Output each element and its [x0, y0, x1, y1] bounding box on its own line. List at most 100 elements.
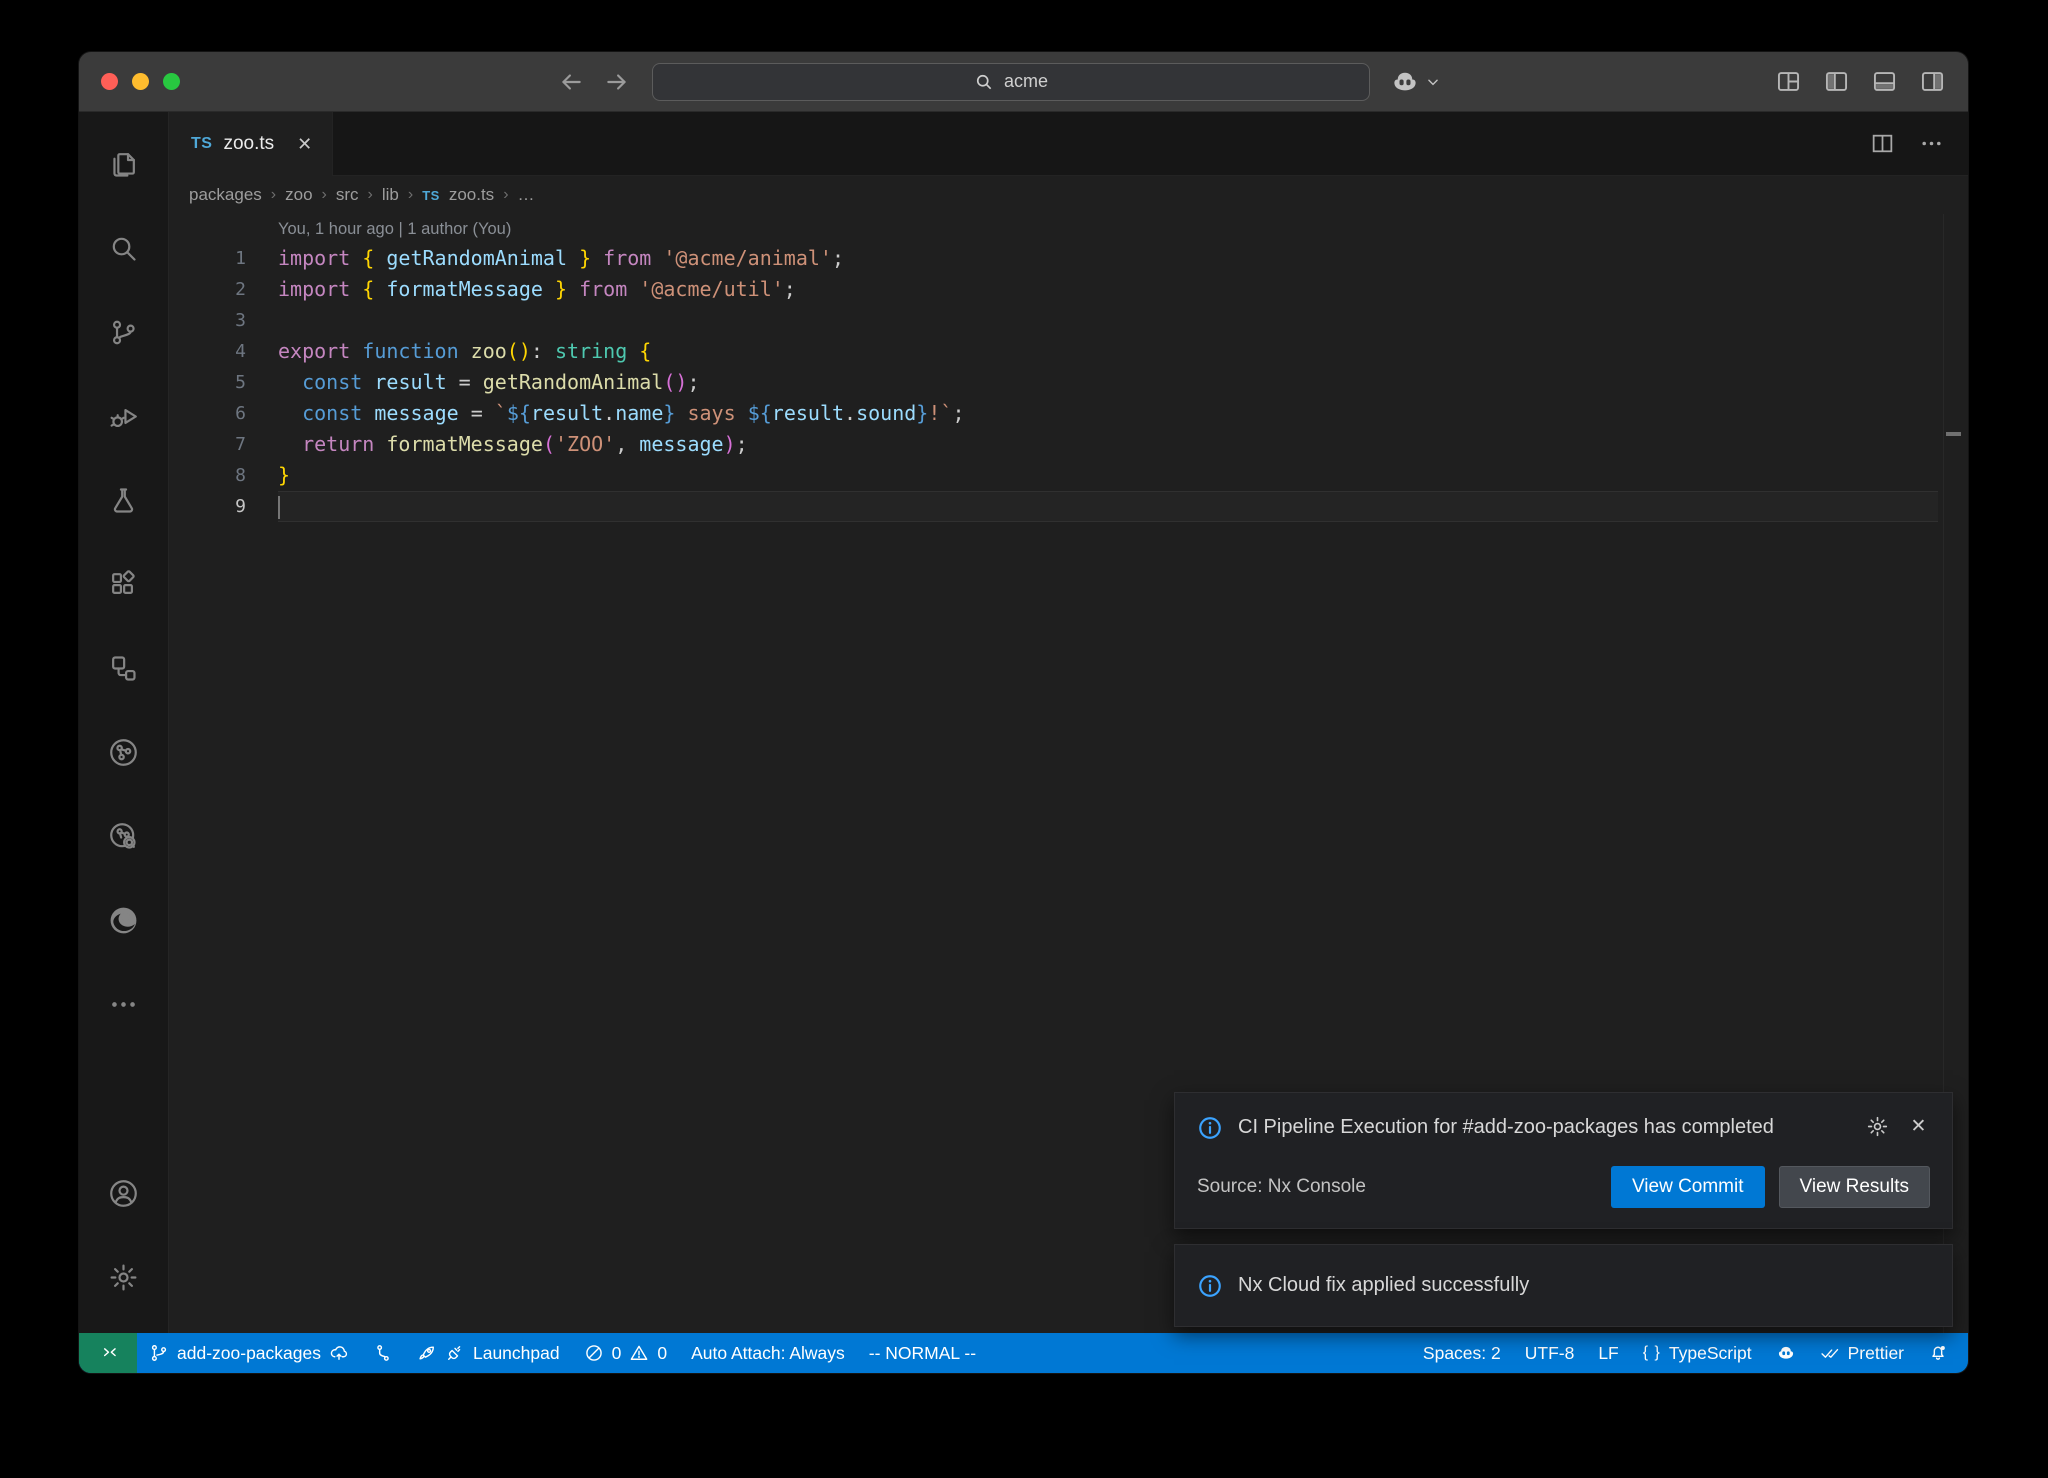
auto-attach-item[interactable]: Auto Attach: Always [679, 1333, 857, 1373]
overview-ruler-cursor-marker [1946, 432, 1961, 436]
vscode-window: acme [79, 52, 1968, 1373]
explorer-icon[interactable] [79, 122, 169, 206]
notification-close-icon[interactable]: ✕ [1907, 1115, 1930, 1138]
testing-icon[interactable] [79, 458, 169, 542]
breadcrumb-item[interactable]: lib [382, 185, 399, 205]
code-line[interactable]: 8} [169, 460, 1968, 491]
forward-icon[interactable] [602, 67, 632, 97]
run-debug-icon[interactable] [79, 374, 169, 458]
cloud-graph-icon[interactable] [79, 794, 169, 878]
indentation-item-label: Spaces: 2 [1423, 1343, 1501, 1364]
close-tab-icon[interactable]: ✕ [297, 134, 312, 155]
remote-indicator[interactable] [79, 1333, 137, 1373]
info-icon [1197, 1273, 1223, 1299]
edge-tools-icon[interactable] [79, 878, 169, 962]
settings-gear-icon[interactable] [79, 1235, 169, 1319]
minimize-window-button[interactable] [132, 73, 149, 90]
code-line[interactable]: 2import { formatMessage } from '@acme/ut… [169, 274, 1968, 305]
code-text: } [278, 460, 290, 491]
more-icon[interactable] [79, 962, 169, 1046]
code-line[interactable]: 7 return formatMessage('ZOO', message); [169, 429, 1968, 460]
code-line[interactable]: 9 [169, 491, 1968, 522]
text-cursor [278, 496, 280, 519]
launchpad-item[interactable]: Launchpad [405, 1333, 572, 1373]
encoding-item-label: UTF-8 [1525, 1343, 1575, 1364]
eol-item-label: LF [1598, 1343, 1618, 1364]
search-text: acme [1004, 71, 1048, 92]
source-control-icon[interactable] [79, 290, 169, 374]
typescript-file-icon: TS [422, 188, 440, 203]
notification-settings-gear-icon[interactable] [1866, 1115, 1889, 1138]
breadcrumb-item[interactable]: zoo [285, 185, 312, 205]
chevron-down-icon [1426, 75, 1440, 89]
breadcrumb-item[interactable]: src [336, 185, 359, 205]
code-line[interactable]: 6 const message = `${result.name} says $… [169, 398, 1968, 429]
breadcrumb-file[interactable]: zoo.ts [449, 185, 494, 205]
account-icon[interactable] [79, 1151, 169, 1235]
code-text: return formatMessage('ZOO', message); [278, 429, 748, 460]
breadcrumb-separator: › [271, 186, 276, 204]
toggle-secondary-sidebar-icon[interactable] [1919, 68, 1946, 95]
indentation-item[interactable]: Spaces: 2 [1411, 1333, 1513, 1373]
branch-item-label: add-zoo-packages [177, 1343, 321, 1364]
bell-item[interactable] [1916, 1333, 1960, 1373]
error-icon [584, 1343, 604, 1363]
problems-item[interactable]: 00 [572, 1333, 679, 1373]
breadcrumb-more[interactable]: … [518, 185, 535, 205]
code-line[interactable]: 3 [169, 305, 1968, 336]
copilot-icon [1776, 1343, 1796, 1363]
project-graph-icon[interactable] [79, 710, 169, 794]
remote-icon [98, 1343, 118, 1363]
vim-mode-item[interactable]: -- NORMAL -- [857, 1333, 988, 1373]
line-number: 4 [169, 336, 246, 367]
zoom-window-button[interactable] [163, 73, 180, 90]
notification-message: Nx Cloud fix applied successfully [1238, 1271, 1529, 1300]
extensions-icon[interactable] [79, 542, 169, 626]
info-icon [1197, 1113, 1223, 1141]
toggle-primary-sidebar-icon[interactable] [1823, 68, 1850, 95]
braces-icon: { } [1643, 1344, 1661, 1362]
toggle-panel-icon[interactable] [1871, 68, 1898, 95]
line-number: 5 [169, 367, 246, 398]
code-line[interactable]: 4export function zoo(): string { [169, 336, 1968, 367]
code-text: const result = getRandomAnimal(); [278, 367, 700, 398]
command-center-search[interactable]: acme [652, 63, 1370, 101]
branch-item[interactable]: add-zoo-packages [137, 1333, 361, 1373]
tab-bar: TS zoo.ts ✕ [169, 112, 1968, 176]
view-commit-button[interactable]: View Commit [1611, 1166, 1765, 1208]
encoding-item[interactable]: UTF-8 [1513, 1333, 1587, 1373]
breadcrumb-separator: › [322, 186, 327, 204]
nx-console-icon[interactable] [79, 626, 169, 710]
search-icon[interactable] [79, 206, 169, 290]
back-icon[interactable] [556, 67, 586, 97]
formatter-item[interactable]: Prettier [1808, 1333, 1916, 1373]
copilot-item[interactable] [1764, 1333, 1808, 1373]
notification-toast: Nx Cloud fix applied successfully [1174, 1244, 1953, 1327]
line-number: 9 [169, 491, 246, 522]
tab-zoo-ts[interactable]: TS zoo.ts ✕ [169, 112, 333, 176]
activity-bar [79, 112, 169, 1333]
copilot-menu-button[interactable] [1390, 67, 1440, 97]
git-graph-item[interactable] [361, 1333, 405, 1373]
language-item[interactable]: { } TypeScript [1631, 1333, 1764, 1373]
traffic-lights [101, 73, 221, 90]
breadcrumb-item[interactable]: packages [189, 185, 262, 205]
gitlens-annotation: You, 1 hour ago | 1 author (You) [278, 216, 1968, 243]
split-editor-icon[interactable] [1870, 131, 1895, 156]
language-item-label: TypeScript [1669, 1343, 1752, 1364]
customize-layout-icon[interactable] [1775, 68, 1802, 95]
line-number: 8 [169, 460, 246, 491]
double-check-icon [1820, 1343, 1840, 1363]
code-line[interactable]: 1import { getRandomAnimal } from '@acme/… [169, 243, 1968, 274]
eol-item[interactable]: LF [1586, 1333, 1630, 1373]
more-actions-icon[interactable] [1919, 131, 1944, 156]
close-window-button[interactable] [101, 73, 118, 90]
git-branch-icon [149, 1343, 169, 1363]
vim-mode-item-label: -- NORMAL -- [869, 1343, 976, 1364]
breadcrumb-separator: › [408, 186, 413, 204]
code-line[interactable]: 5 const result = getRandomAnimal(); [169, 367, 1968, 398]
rocket-icon [417, 1343, 437, 1363]
plug-icon [445, 1343, 465, 1363]
current-line-highlight [278, 491, 1938, 522]
view-results-button[interactable]: View Results [1779, 1166, 1930, 1208]
